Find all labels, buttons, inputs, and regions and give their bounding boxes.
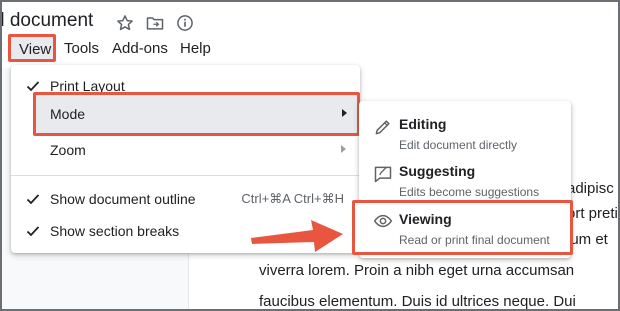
submenu-arrow-icon — [341, 145, 346, 153]
mode-option-title: Viewing — [399, 211, 452, 227]
screenshot-frame: d document adipisc ort pretiu lum et viv… — [0, 0, 620, 311]
menu-help[interactable]: Help — [180, 40, 211, 57]
menu-item-label: Show section breaks — [50, 223, 180, 239]
document-line: lum et — [567, 231, 608, 248]
menu-item-mode[interactable]: Mode — [33, 92, 360, 136]
eye-icon — [373, 211, 393, 231]
checkmark-icon — [25, 223, 41, 239]
info-icon[interactable] — [175, 13, 195, 33]
document-line: faucibus elementum. Duis id ultrices neq… — [259, 293, 576, 310]
document-title[interactable]: d document — [2, 10, 93, 32]
star-icon[interactable] — [115, 13, 135, 33]
menu-item-label: Show document outline — [50, 191, 196, 207]
document-line: adipisc — [567, 180, 614, 197]
menu-view[interactable]: View — [8, 34, 56, 62]
mode-option-editing[interactable]: Editing Edit document directly — [359, 111, 571, 159]
menu-item-zoom[interactable]: Zoom — [11, 135, 360, 167]
menu-add-ons[interactable]: Add-ons — [112, 40, 168, 57]
mode-option-description: Edit document directly — [399, 138, 518, 152]
pencil-icon — [373, 117, 393, 137]
mode-option-viewing[interactable]: Viewing Read or print final document — [352, 200, 573, 255]
suggest-icon — [373, 164, 393, 184]
menu-item-label: Mode — [50, 106, 86, 122]
annotation-arrow-icon — [247, 214, 347, 258]
document-line: viverra lorem. Proin a nibh eget urna ac… — [259, 262, 575, 279]
mode-option-title: Suggesting — [399, 163, 476, 179]
menu-divider — [11, 175, 360, 176]
mode-option-description: Read or print final document — [399, 233, 550, 247]
document-line: ort pretiu — [567, 205, 618, 222]
mode-option-suggesting[interactable]: Suggesting Edits become suggestions — [359, 158, 571, 206]
menu-tools[interactable]: Tools — [64, 40, 99, 57]
keyboard-shortcut: Ctrl+⌘A Ctrl+⌘H — [241, 191, 344, 206]
mode-option-title: Editing — [399, 116, 447, 132]
mode-option-description: Edits become suggestions — [399, 185, 540, 199]
menu-item-show-document-outline[interactable]: Show document outline Ctrl+⌘A Ctrl+⌘H — [11, 184, 360, 216]
menu-view-label: View — [19, 41, 52, 58]
submenu-arrow-icon — [342, 109, 347, 117]
checkmark-icon — [25, 191, 41, 207]
folder-move-icon[interactable] — [145, 13, 165, 33]
menu-item-label: Zoom — [50, 142, 86, 158]
